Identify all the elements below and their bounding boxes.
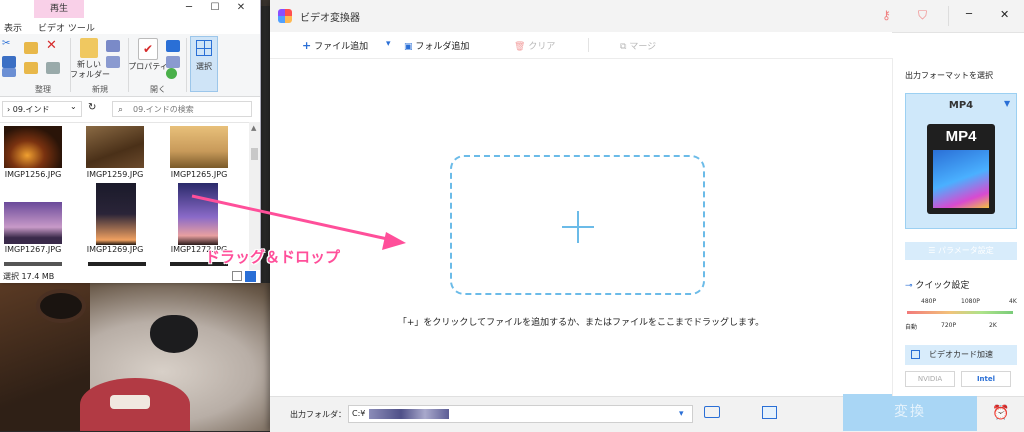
drag-arrow-overlay [191, 194, 406, 250]
drag-arrow-head [382, 232, 406, 250]
drag-and-drop-caption: ドラッグ＆ドロップ [205, 248, 341, 266]
drag-arrow-line [191, 194, 393, 242]
